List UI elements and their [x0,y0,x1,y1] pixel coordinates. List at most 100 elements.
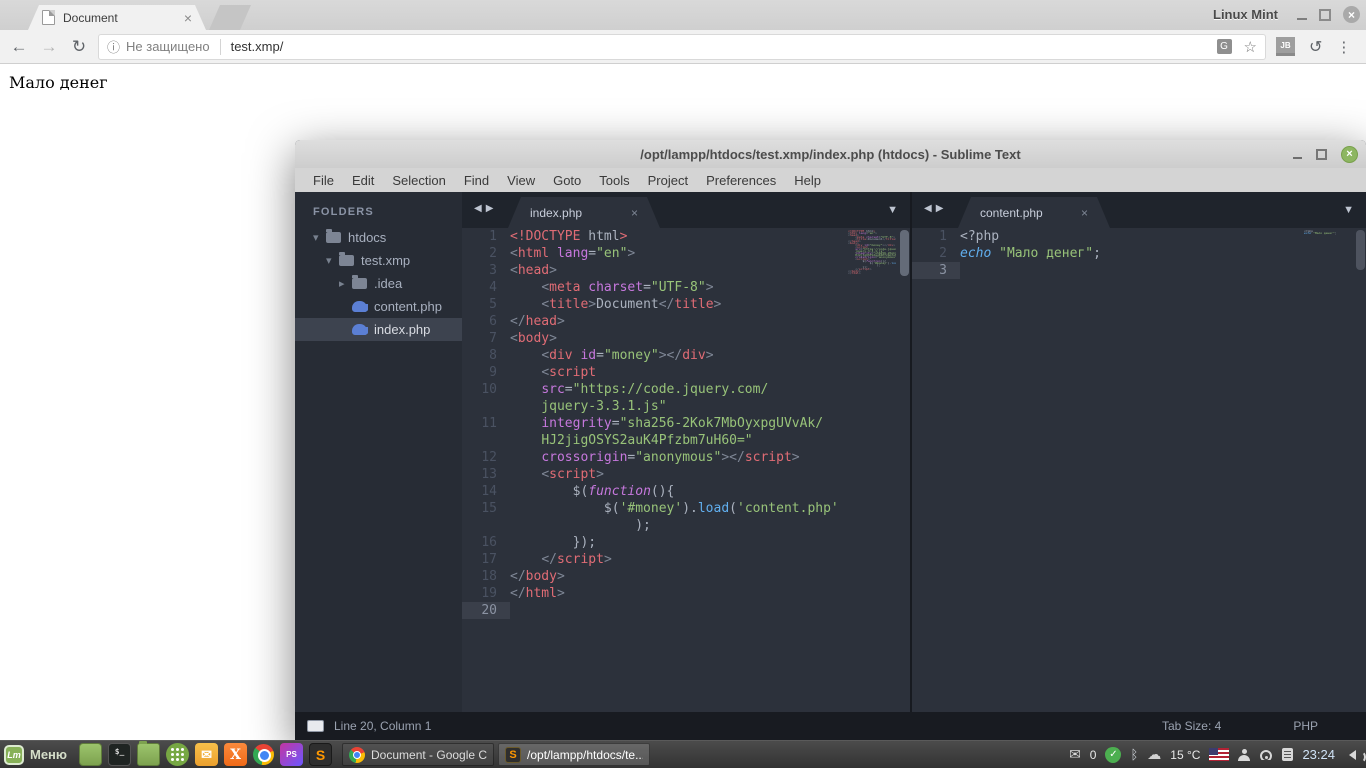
minimize-button[interactable] [1293,156,1302,159]
code-row[interactable]: 11 integrity="sha256-2Kok7MbOyxpgUVvAk/ [462,415,910,432]
code-row[interactable]: 14 $(function(){ [462,483,910,500]
tab-index-php[interactable]: index.php × [508,197,660,228]
tab-close-icon[interactable]: × [184,11,192,25]
syntax-indicator[interactable]: PHP [1293,719,1318,733]
code-row[interactable]: 2 <html lang="en"> [462,245,910,262]
keyboard-layout-flag-icon[interactable] [1209,748,1230,761]
code-line[interactable]: </html> [510,585,565,602]
code-line[interactable]: integrity="sha256-2Kok7MbOyxpgUVvAk/ [510,415,823,432]
code-row[interactable]: 3 [912,262,1366,279]
code-row[interactable]: jquery-3.3.1.js" [462,398,910,415]
menu-item[interactable]: Preferences [698,171,784,190]
minimize-button[interactable] [1297,17,1307,20]
url-text[interactable]: test.xmp/ [231,39,1217,54]
user-applet-icon[interactable] [1238,748,1251,761]
menu-item[interactable]: Project [640,171,696,190]
menu-item[interactable]: File [305,171,342,190]
tab-scroll-arrows-icon[interactable]: ◀▶ [474,203,497,214]
browser-menu-icon[interactable]: ⋮ [1336,38,1351,56]
clock[interactable]: 23:24 [1302,747,1335,762]
code-line[interactable]: jquery-3.3.1.js" [510,398,666,415]
vintage-mode-icon[interactable] [307,720,324,732]
minimap[interactable]: <?php echo "Мало денег"; [1304,230,1352,250]
code-editor-right[interactable]: 1 <?php 2 echo "Мало денег"; 3 [912,228,1366,279]
sidebar-item-index.php[interactable]: index.php [295,318,462,341]
bookmark-star-icon[interactable]: ☆ [1244,38,1257,56]
code-row[interactable]: 4 <meta charset="UTF-8"> [462,279,910,296]
tab-size-indicator[interactable]: Tab Size: 4 [1162,719,1221,733]
info-icon[interactable]: ⓘ [107,37,120,56]
menu-item[interactable]: Selection [384,171,453,190]
code-row[interactable]: 6 </head> [462,313,910,330]
mail-app-icon[interactable]: ✉ [195,743,219,766]
menu-item[interactable]: Find [456,171,497,190]
code-line[interactable]: crossorigin="anonymous"></script> [510,449,799,466]
code-row[interactable]: 7 <body> [462,330,910,347]
code-row[interactable]: 13 <script> [462,466,910,483]
code-line[interactable]: $('#money').load('content.php' [510,500,839,517]
code-line[interactable]: <html lang="en"> [510,245,635,262]
mint-menu-button[interactable]: Lm Меню [0,741,75,768]
scrollbar-thumb[interactable] [900,230,909,276]
sidebar-item-htdocs[interactable]: ▾ htdocs [295,226,462,249]
menu-item[interactable]: Goto [545,171,589,190]
code-row[interactable]: 17 </script> [462,551,910,568]
taskbar-window-sublime[interactable]: S /opt/lampp/htdocs/te... [498,743,651,766]
menu-item[interactable]: View [499,171,543,190]
code-row[interactable]: 2 echo "Мало денег"; [912,245,1366,262]
tab-close-icon[interactable]: × [1081,206,1088,220]
code-row[interactable]: 10 src="https://code.jquery.com/ [462,381,910,398]
tab-content-php[interactable]: content.php × [958,197,1110,228]
code-row[interactable]: 18 </body> [462,568,910,585]
code-row[interactable]: 16 }); [462,534,910,551]
sublime-titlebar[interactable]: /opt/lampp/htdocs/test.xmp/index.php (ht… [295,140,1366,168]
code-line[interactable]: $(function(){ [510,483,675,500]
code-line[interactable]: <?php [960,228,999,245]
xampp-icon[interactable]: X [224,743,248,766]
code-row[interactable]: 8 <div id="money"></div> [462,347,910,364]
code-line[interactable]: <body> [510,330,557,347]
taskbar-window-chrome[interactable]: Document - Google C... [342,743,495,766]
code-line[interactable]: <head> [510,262,557,279]
code-row[interactable]: 15 $('#money').load('content.php' [462,500,910,517]
code-row[interactable]: 1 <!DOCTYPE html> [462,228,910,245]
close-button[interactable]: × [1343,6,1360,23]
sublime-icon[interactable]: S [309,743,333,766]
code-line[interactable]: </body> [510,568,565,585]
tab-scroll-arrows-icon[interactable]: ◀▶ [924,203,947,214]
show-desktop-icon[interactable] [79,743,103,766]
code-line[interactable]: HJ2jigOSYS2auK4Pfzbm7uH60=" [510,432,752,449]
code-line[interactable]: </script> [510,551,611,568]
tree-collapsed-triangle-icon[interactable]: ▸ [339,277,352,290]
file-manager-icon[interactable] [137,741,161,766]
menu-item[interactable]: Edit [344,171,382,190]
code-row[interactable]: 1 <?php [912,228,1366,245]
restore-button[interactable] [1316,148,1327,160]
weather-icon[interactable]: ☁ [1147,746,1161,763]
code-row[interactable]: 20 [462,602,910,619]
close-button[interactable]: × [1341,145,1358,163]
mail-tray-icon[interactable]: ✉ [1069,746,1081,763]
translate-icon[interactable]: G [1216,39,1232,54]
session-extension-icon[interactable]: ↺ [1309,37,1322,57]
terminal-icon[interactable]: $_ [108,743,132,766]
sidebar-item-content.php[interactable]: content.php [295,295,462,318]
jb-extension-icon[interactable]: JB [1276,37,1295,56]
scrollbar-thumb[interactable] [1356,230,1365,270]
browser-tab[interactable]: Document × [28,5,206,30]
code-line[interactable]: echo "Мало денег"; [960,245,1101,262]
clipboard-icon[interactable] [1282,748,1294,761]
bluetooth-icon[interactable]: ᛒ [1130,747,1138,762]
tab-overflow-icon[interactable]: ▼ [1343,204,1354,216]
restore-button[interactable] [1319,8,1331,21]
code-line[interactable]: src="https://code.jquery.com/ [510,381,768,398]
code-row[interactable]: 3 <head> [462,262,910,279]
code-row[interactable]: HJ2jigOSYS2auK4Pfzbm7uH60=" [462,432,910,449]
code-row[interactable]: 9 <script [462,364,910,381]
tree-expanded-triangle-icon[interactable]: ▾ [326,254,339,267]
code-line[interactable]: <meta charset="UTF-8"> [510,279,713,296]
code-line[interactable]: ); [510,517,651,534]
tree-expanded-triangle-icon[interactable]: ▾ [313,231,326,244]
code-editor-left[interactable]: 1 <!DOCTYPE html> 2 <html lang="en"> 3 <head>… [462,228,910,619]
reload-icon[interactable]: ↻ [64,37,94,57]
